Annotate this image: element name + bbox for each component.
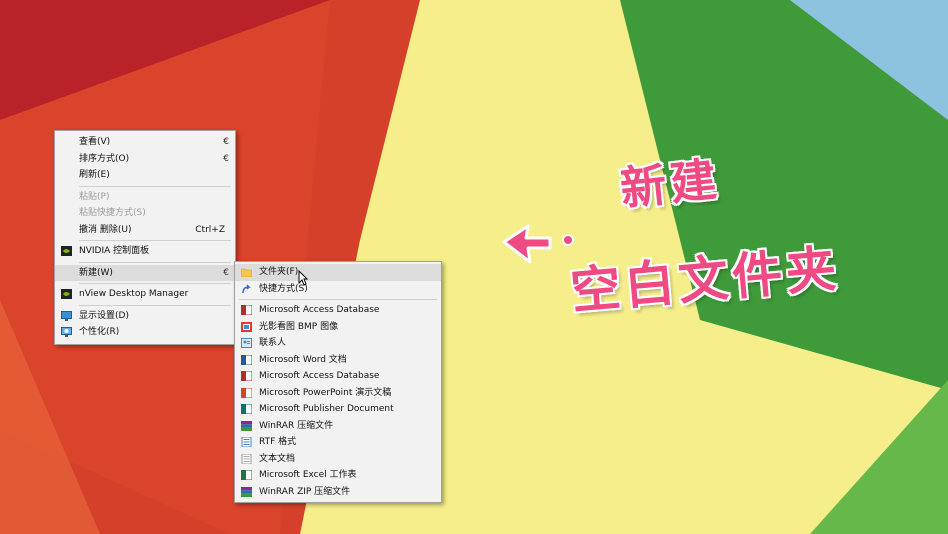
submenu-arrow-icon: € [223,267,229,278]
winrar-zip-icon [241,486,252,497]
overlay-title-new: 新建 [617,151,723,217]
menu-item-paste[interactable]: 粘贴(P) [55,189,235,206]
menu-item-label: Microsoft Access Database [259,305,380,315]
menu-item-label: 查看(V) [79,137,111,147]
contact-icon [241,338,252,348]
submenu-item-excel[interactable]: Microsoft Excel 工作表 [235,467,441,484]
menu-item-label: RTF 格式 [259,437,297,447]
access-icon [241,305,252,315]
menu-item-label: 粘贴快捷方式(S) [79,208,146,218]
menu-item-label: NVIDIA 控制面板 [79,246,150,256]
mouse-cursor-icon [298,270,308,286]
shortcut-icon [242,284,251,293]
menu-separator [79,261,231,263]
menu-item-label: Microsoft Access Database [259,371,380,381]
menu-item-label: 联系人 [259,338,287,348]
menu-separator [239,299,437,300]
text-document-icon [241,453,252,464]
menu-item-sort-by[interactable]: 排序方式(O) € [55,151,235,168]
folder-icon [241,268,252,277]
personalize-icon [61,327,72,337]
submenu-item-text-document[interactable]: 文本文档 [235,451,441,468]
menu-item-label: 个性化(R) [79,327,120,337]
menu-item-new[interactable]: 新建(W) € [55,264,235,281]
word-icon [241,354,252,365]
menu-separator [79,185,231,187]
nvidia-icon [61,246,72,256]
submenu-item-rtf[interactable]: RTF 格式 [235,434,441,451]
menu-item-label: 粘贴(P) [79,191,110,202]
bmp-image-icon [241,321,252,332]
publisher-icon [241,404,252,414]
submenu-item-access-database-2[interactable]: Microsoft Access Database [235,368,441,385]
menu-item-label: WinRAR 压缩文件 [259,420,334,431]
menu-item-view[interactable]: 查看(V) € [55,134,235,151]
display-settings-icon [61,310,72,321]
nvidia-icon [61,289,72,299]
submenu-item-word-document[interactable]: Microsoft Word 文档 [235,352,441,369]
menu-item-label: 文本文档 [259,453,296,464]
submenu-arrow-icon: € [223,137,229,147]
rtf-icon [241,437,252,447]
menu-separator [79,283,231,284]
shortcut-text: Ctrl+Z [195,224,225,235]
menu-item-label: 新建(W) [79,267,113,278]
submenu-item-access-database[interactable]: Microsoft Access Database [235,302,441,319]
menu-item-label: 光影看图 BMP 图像 [259,321,339,332]
menu-item-nvidia-control-panel[interactable]: NVIDIA 控制面板 [55,243,235,260]
powerpoint-icon [241,387,252,398]
submenu-item-winrar[interactable]: WinRAR 压缩文件 [235,418,441,435]
menu-item-label: 排序方式(O) [79,153,130,164]
menu-item-personalize[interactable]: 个性化(R) [55,324,235,341]
menu-item-refresh[interactable]: 刷新(E) [55,167,235,184]
submenu-item-shortcut[interactable]: 快捷方式(S) [235,281,441,298]
menu-item-paste-shortcut[interactable]: 粘贴快捷方式(S) [55,205,235,222]
menu-item-display-settings[interactable]: 显示设置(D) [55,308,235,325]
winrar-icon [241,420,252,431]
submenu-item-winrar-zip[interactable]: WinRAR ZIP 压缩文件 [235,484,441,501]
submenu-item-publisher[interactable]: Microsoft Publisher Document [235,401,441,418]
menu-item-label: Microsoft Excel 工作表 [259,470,357,480]
submenu-item-powerpoint[interactable]: Microsoft PowerPoint 演示文稿 [235,385,441,402]
excel-icon [241,470,252,480]
menu-item-label: 文件夹(F) [259,267,299,277]
new-submenu: 文件夹(F) 快捷方式(S) Microsoft Access Database… [234,261,442,503]
menu-separator [79,240,231,241]
menu-item-nview-desktop-manager[interactable]: nView Desktop Manager [55,286,235,303]
menu-item-label: WinRAR ZIP 压缩文件 [259,486,351,497]
menu-separator [79,304,231,306]
submenu-item-bmp-image[interactable]: 光影看图 BMP 图像 [235,319,441,336]
menu-item-label: Microsoft Word 文档 [259,354,347,365]
access-icon [241,371,252,381]
menu-item-label: Microsoft Publisher Document [259,404,394,414]
menu-item-label: nView Desktop Manager [79,289,189,299]
submenu-arrow-icon: € [223,153,229,164]
menu-item-label: 显示设置(D) [79,310,129,321]
submenu-item-contact[interactable]: 联系人 [235,335,441,352]
menu-item-label: Microsoft PowerPoint 演示文稿 [259,387,392,398]
desktop-context-menu: 查看(V) € 排序方式(O) € 刷新(E) 粘贴(P) 粘贴快捷方式(S) … [54,130,236,345]
menu-item-undo-delete[interactable]: 撤消 删除(U) Ctrl+Z [55,222,235,239]
submenu-item-folder[interactable]: 文件夹(F) [235,264,441,281]
menu-item-label: 刷新(E) [79,170,110,180]
menu-item-label: 撤消 删除(U) [79,224,132,235]
